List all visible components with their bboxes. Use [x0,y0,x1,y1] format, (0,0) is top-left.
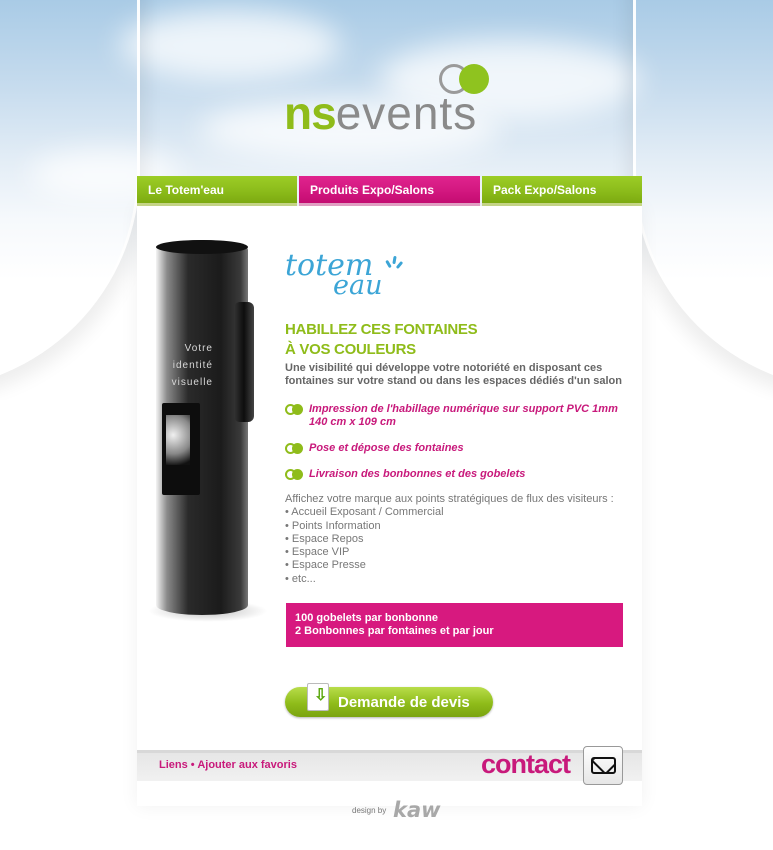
places-section: Affichez votre marque aux points stratég… [285,493,630,586]
left-curtain-curve [0,0,140,390]
intro-text: Une visibilité qui développe votre notor… [285,362,622,387]
nav-item-produits-expo-salons[interactable]: Produits Expo/Salons [299,176,480,206]
contact-link[interactable]: contact [481,749,571,780]
headline: HABILLEZ CES FONTAINES À VOS COULEURS [285,320,545,360]
design-by-label: design by [352,806,387,815]
designer-logo: kaw [393,798,441,822]
nav-item-label: Produits Expo/Salons [310,182,435,197]
headline-line1: HABILLEZ CES FONTAINES [285,321,478,338]
fountain-image: Votre identité visuelle [148,240,268,622]
capacity-line2: 2 Bonbonnes par fontaines et par jour [295,625,494,637]
main-nav: Le Totem'eau Produits Expo/Salons Pack E… [137,176,642,206]
logo-text-events: events [335,87,478,139]
places-item: • Espace Presse [285,559,366,572]
places-item: • Espace Repos [285,532,364,545]
capacity-line1: 100 gobelets par bonbonne [295,612,439,624]
capacity-info-box: 100 gobelets par bonbonne 2 Bonbonnes pa… [286,603,623,647]
footer-separator: • [190,759,195,771]
feature-item: Impression de l'habillage numérique sur … [285,403,630,429]
bullet-rings-icon [285,443,303,454]
logo-text-ns: ns [284,87,337,139]
feature-item: Livraison des bonbonnes et des gobelets [285,468,630,481]
water-splash-icon [385,255,404,274]
request-quote-label: Demande de devis [338,693,470,711]
add-to-favorites-link[interactable]: Ajouter aux favoris [197,759,297,771]
bullet-rings-icon [285,404,303,415]
feature-text: Pose et dépose des fontaines [309,442,464,454]
designer-credit[interactable]: design by kaw [350,798,441,828]
totem-eau-logo: totem eau [285,248,415,301]
nsevents-logo[interactable]: nsevents [284,62,499,139]
features-list: Impression de l'habillage numérique sur … [285,403,630,494]
fountain-label: Votre identité visuelle [171,343,213,388]
feature-text: Impression de l'habillage numérique sur … [309,403,618,428]
feature-text: Livraison des bonbonnes et des gobelets [309,468,526,480]
places-intro: Affichez votre marque aux points stratég… [285,493,614,505]
mail-button[interactable] [583,746,623,785]
places-item: • Accueil Exposant / Commercial [285,506,444,519]
headline-line2: À VOS COULEURS [285,341,416,358]
footer-links: Liens • Ajouter aux favoris [159,759,297,771]
links-link[interactable]: Liens [159,759,188,771]
places-item: • Points Information [285,519,381,532]
envelope-icon [591,757,616,774]
request-quote-button[interactable]: ⇩ Demande de devis [285,683,493,717]
nav-item-totem-eau[interactable]: Le Totem'eau [137,176,297,206]
bullet-rings-icon [285,469,303,480]
nav-item-label: Pack Expo/Salons [493,182,597,197]
download-document-icon: ⇩ [307,683,329,711]
right-curtain-curve [633,0,773,390]
totem-logo-line2: eau [333,270,383,301]
nav-item-pack-expo-salons[interactable]: Pack Expo/Salons [482,176,642,206]
nav-item-label: Le Totem'eau [148,182,224,197]
places-item: • Espace VIP [285,546,350,559]
feature-item: Pose et dépose des fontaines [285,442,630,455]
places-item: • etc... [285,572,316,585]
